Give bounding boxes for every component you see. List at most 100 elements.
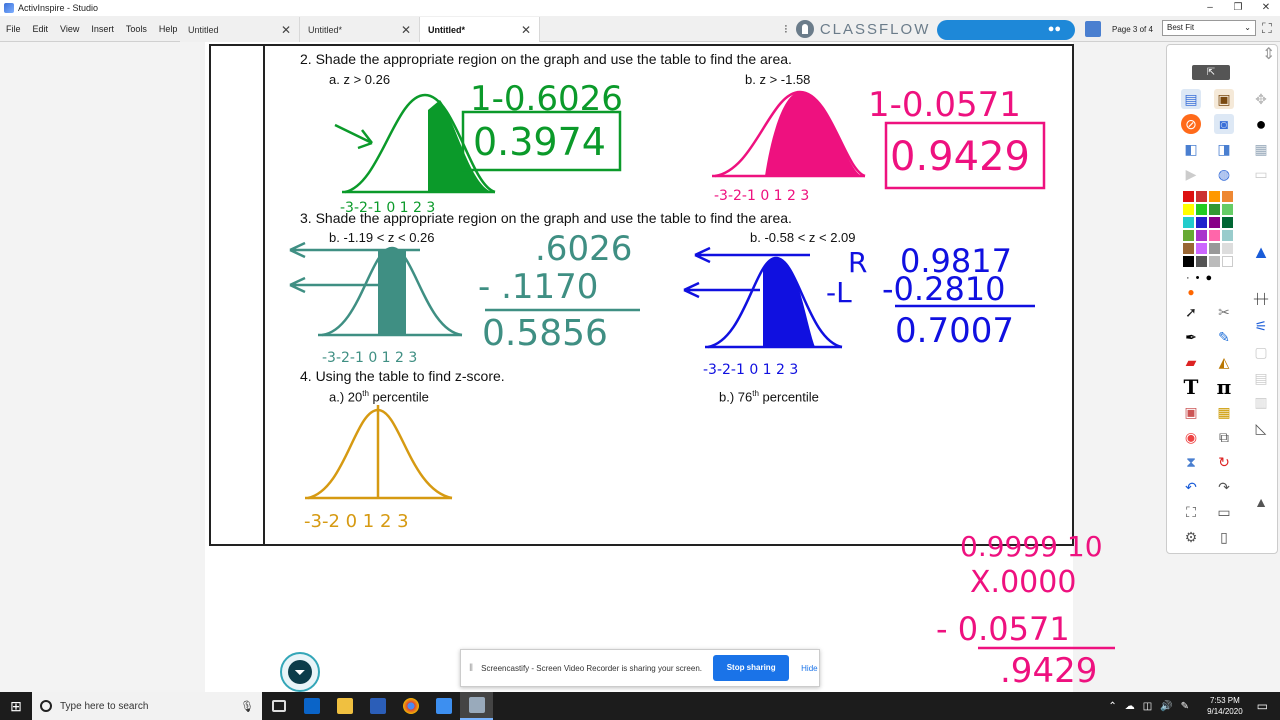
menu-help[interactable]: Help	[153, 24, 184, 34]
file-explorer-icon[interactable]	[328, 692, 361, 720]
page-prev-icon[interactable]: ◧	[1181, 139, 1201, 159]
minimize-button[interactable]: –	[1196, 0, 1224, 16]
windows-start-icon[interactable]: ⊞	[0, 692, 32, 720]
user-profile-icon[interactable]: ▣	[1214, 89, 1234, 109]
color-swatch-amber[interactable]	[1222, 191, 1233, 202]
blank-page-icon[interactable]: ▭	[1251, 164, 1271, 184]
fill-bucket-icon[interactable]: ◭	[1214, 352, 1234, 372]
color-swatch-red[interactable]	[1183, 191, 1194, 202]
word-icon[interactable]	[361, 692, 394, 720]
tray-icons[interactable]: ⌃☁◫🔊✎	[1108, 701, 1197, 712]
tab-untitled-1[interactable]: Untitled ✕	[180, 17, 300, 42]
close-icon[interactable]: ✕	[281, 23, 291, 37]
redo-icon[interactable]: ↷	[1214, 477, 1234, 497]
menu-file[interactable]: File	[0, 24, 27, 34]
color-swatch-olive[interactable]	[1183, 230, 1194, 241]
toolbox-pin-icon[interactable]: ⇕	[1262, 44, 1275, 64]
color-swatch-dark-grey[interactable]	[1196, 256, 1207, 267]
zoom-dropdown[interactable]: Best Fit ⌄	[1162, 20, 1256, 36]
activinspire-taskbar-icon[interactable]	[460, 692, 493, 720]
pen-icon[interactable]: ✒	[1181, 327, 1201, 347]
color-swatch-light-green[interactable]	[1222, 204, 1233, 215]
task-view-icon[interactable]	[262, 692, 295, 720]
grid-icon[interactable]: ▦	[1251, 139, 1271, 159]
calculator-icon[interactable]: ▥	[1251, 392, 1271, 412]
page-next-icon[interactable]: ◨	[1214, 139, 1234, 159]
clock[interactable]: 7:53 PM 9/14/2020	[1207, 695, 1243, 717]
pen-off-icon[interactable]: ⊘	[1181, 114, 1201, 134]
color-swatch-silver[interactable]	[1209, 256, 1220, 267]
expand-icon[interactable]: ⇱	[1192, 65, 1230, 80]
color-swatch-pink[interactable]	[1209, 230, 1220, 241]
page-browser-icon[interactable]	[1085, 21, 1101, 37]
color-swatch-brown[interactable]	[1183, 243, 1194, 254]
users-icon[interactable]: ●●	[1048, 23, 1061, 35]
line-width-icon[interactable]: ┼┼	[1251, 290, 1271, 310]
camera-snapshot-icon[interactable]: ⛶	[1181, 502, 1201, 522]
camera-icon[interactable]: ◙	[1214, 114, 1234, 134]
color-swatch-orange[interactable]	[1209, 191, 1220, 202]
protractor-icon[interactable]: ◺	[1251, 418, 1271, 438]
tab-untitled-2[interactable]: Untitled* ✕	[300, 17, 420, 42]
color-swatch-white[interactable]	[1222, 256, 1233, 267]
menu-tools[interactable]: Tools	[120, 24, 153, 34]
close-window-button[interactable]: ✕	[1252, 0, 1280, 16]
folder-icon[interactable]: ▦	[1214, 402, 1234, 422]
tab-untitled-3[interactable]: Untitled* ✕	[420, 17, 540, 42]
screencastify-record-button[interactable]: ⏷	[280, 652, 320, 692]
spotlight-icon[interactable]: ⧗	[1181, 452, 1201, 472]
arrow-up-icon[interactable]: ▲	[1251, 242, 1271, 262]
fill-icon[interactable]: ▢	[1251, 342, 1271, 362]
color-swatch-green[interactable]	[1196, 204, 1207, 215]
color-swatch-black[interactable]	[1183, 256, 1194, 267]
color-swatch-light-grey[interactable]	[1222, 243, 1233, 254]
menu-edit[interactable]: Edit	[27, 24, 55, 34]
more-options-icon[interactable]: ⁝	[784, 22, 788, 36]
screen-shade-icon[interactable]: ▲	[1251, 492, 1271, 512]
color-swatch-grey-blue[interactable]	[1222, 230, 1233, 241]
color-picker-icon[interactable]: ●	[1181, 282, 1201, 302]
close-icon[interactable]: ✕	[521, 23, 531, 37]
math-tool-icon[interactable]: π	[1214, 377, 1234, 397]
refresh-icon[interactable]: ↻	[1214, 452, 1234, 472]
notification-icon[interactable]: ▭	[1257, 699, 1268, 713]
pin-icon[interactable]: ⚟	[1251, 316, 1271, 336]
select-icon[interactable]: ➚	[1181, 302, 1201, 322]
highlighter-icon[interactable]: ✎	[1214, 327, 1234, 347]
notes-icon[interactable]: ▯	[1214, 527, 1234, 547]
chrome-icon[interactable]	[394, 692, 427, 720]
eraser-icon[interactable]: ▰	[1181, 352, 1201, 372]
taskbar-search-input[interactable]: Type here to search 🎙	[32, 692, 262, 720]
hide-button[interactable]: Hide	[801, 664, 817, 673]
color-swatch-cyan[interactable]	[1183, 217, 1194, 228]
color-swatch-forest[interactable]	[1222, 217, 1233, 228]
shapes-icon[interactable]: ◉	[1181, 427, 1201, 447]
dropbox-icon[interactable]	[427, 692, 460, 720]
microphone-icon[interactable]: 🎙	[240, 700, 254, 713]
color-swatch-blue[interactable]	[1196, 217, 1207, 228]
color-swatch-dark-green[interactable]	[1209, 204, 1220, 215]
stop-sharing-button[interactable]: Stop sharing	[713, 655, 790, 681]
pen-dot-icon[interactable]: ●	[1251, 114, 1271, 134]
web-browser-icon[interactable]: ◍	[1214, 164, 1234, 184]
resource-library-icon[interactable]: ▣	[1181, 402, 1201, 422]
flipchart-browser-icon[interactable]: ▤	[1181, 89, 1201, 109]
fullscreen-icon[interactable]: ⛶	[1262, 20, 1272, 37]
color-swatch-lilac[interactable]	[1196, 243, 1207, 254]
drag-handle-icon[interactable]: ‖	[469, 663, 473, 674]
clear-icon[interactable]: ⚙	[1181, 527, 1201, 547]
table-icon[interactable]: ▤	[1251, 368, 1271, 388]
text-tool-icon[interactable]: T	[1181, 377, 1201, 397]
screen-recorder-icon[interactable]: ▭	[1214, 502, 1234, 522]
move-icon[interactable]: ✥	[1251, 89, 1271, 109]
menu-view[interactable]: View	[54, 24, 85, 34]
undo-icon[interactable]: ↶	[1181, 477, 1201, 497]
color-swatch-purple[interactable]	[1209, 217, 1220, 228]
menu-insert[interactable]: Insert	[85, 24, 120, 34]
color-swatch-violet[interactable]	[1196, 230, 1207, 241]
outlook-icon[interactable]	[295, 692, 328, 720]
play-icon[interactable]: ▶	[1181, 164, 1201, 184]
connector-icon[interactable]: ⧉	[1214, 427, 1234, 447]
color-swatch-dark-red[interactable]	[1196, 191, 1207, 202]
color-swatch-grey[interactable]	[1209, 243, 1220, 254]
